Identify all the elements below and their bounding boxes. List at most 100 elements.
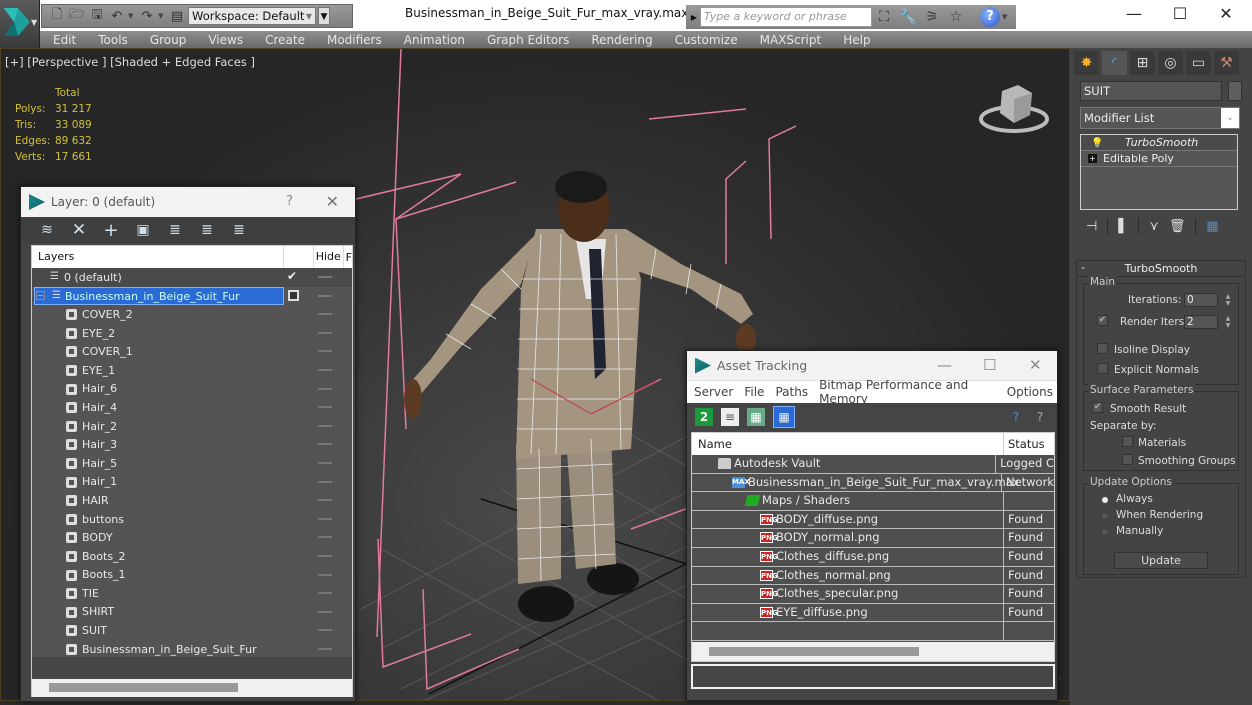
hide-toggle[interactable] xyxy=(318,424,332,427)
always-radio[interactable] xyxy=(1102,497,1108,503)
materials-checkbox[interactable] xyxy=(1122,436,1133,447)
project-folder-icon[interactable]: ▤ xyxy=(168,8,186,24)
lightbulb-icon[interactable]: 💡 xyxy=(1091,136,1103,151)
app-menu-button[interactable]: ▼ xyxy=(0,0,40,48)
current-layer-check-icon[interactable]: ✔ xyxy=(287,269,297,283)
pin-stack-icon[interactable]: ⊣ xyxy=(1086,219,1097,234)
horizontal-scrollbar[interactable] xyxy=(32,679,352,697)
create-tab-icon[interactable]: ✸ xyxy=(1074,51,1099,75)
when-rendering-radio[interactable] xyxy=(1102,513,1108,519)
object-row[interactable]: Hair_1 xyxy=(32,473,352,492)
close-dialog-button[interactable]: ✕ xyxy=(326,192,339,211)
hide-toggle[interactable] xyxy=(318,406,332,409)
hide-toggle[interactable] xyxy=(318,331,332,334)
expand-arrow-icon[interactable]: ▶ xyxy=(688,13,700,22)
object-row[interactable]: Boots_1 xyxy=(32,566,352,585)
set-current-toggle[interactable] xyxy=(288,289,299,301)
undo-dropdown-icon[interactable]: ▼ xyxy=(128,12,136,20)
object-row[interactable]: EYE_2 xyxy=(32,324,352,343)
isoline-display-checkbox[interactable] xyxy=(1097,343,1108,354)
object-row[interactable]: Hair_3 xyxy=(32,435,352,454)
hide-toggle[interactable] xyxy=(318,276,332,278)
minimize-button[interactable]: — xyxy=(1114,3,1154,25)
layer-properties-icon[interactable]: ≣ xyxy=(229,221,249,239)
smoothing-groups-checkbox[interactable] xyxy=(1122,454,1133,465)
hide-toggle[interactable] xyxy=(318,554,332,557)
hide-toggle[interactable] xyxy=(318,350,332,353)
explicit-normals-checkbox[interactable] xyxy=(1097,363,1108,374)
close-button[interactable]: ✕ xyxy=(1029,356,1042,374)
hide-toggle[interactable] xyxy=(318,536,332,539)
help-dropdown-icon[interactable]: ▼ xyxy=(1002,13,1007,21)
undo-icon[interactable]: ↶ xyxy=(108,8,126,24)
col-status[interactable]: Status xyxy=(1004,433,1045,455)
object-row[interactable]: HAIR xyxy=(32,491,352,510)
collapse-icon[interactable]: - xyxy=(1081,260,1085,276)
menu-edit[interactable]: Edit xyxy=(40,33,87,47)
expand-icon[interactable]: + xyxy=(1088,154,1097,163)
hide-toggle[interactable] xyxy=(318,517,332,520)
manually-radio[interactable] xyxy=(1102,529,1108,535)
menu-maxscript[interactable]: MAXScript xyxy=(749,33,833,47)
select-objects-icon[interactable]: ▣ xyxy=(133,221,153,239)
dialog-title-bar[interactable]: Asset Tracking — ☐ ✕ xyxy=(687,351,1057,380)
object-row[interactable]: SUIT xyxy=(32,621,352,640)
hide-toggle[interactable] xyxy=(318,499,332,502)
menu-graph-editors[interactable]: Graph Editors xyxy=(476,33,580,47)
create-layer-icon[interactable]: ≋ xyxy=(37,221,57,239)
object-row[interactable]: EYE_1 xyxy=(32,361,352,380)
modify-tab-icon[interactable]: ◜ xyxy=(1102,51,1127,75)
object-row[interactable]: TIE xyxy=(32,584,352,603)
hide-toggle[interactable] xyxy=(318,387,332,390)
viewport-label[interactable]: [+] [Perspective ] [Shaded + Edged Faces… xyxy=(5,55,255,69)
hierarchy-tab-icon[interactable]: ⊞ xyxy=(1130,51,1155,75)
workspace-select[interactable]: Workspace: Default ▼ xyxy=(188,7,316,25)
hide-toggle[interactable] xyxy=(318,461,332,464)
add-to-layer-icon[interactable]: + xyxy=(101,220,121,241)
col-freeze[interactable]: F xyxy=(344,251,352,264)
col-layers[interactable]: Layers xyxy=(32,246,285,268)
help-icon[interactable]: ? xyxy=(1031,408,1049,426)
object-row[interactable]: Hair_5 xyxy=(32,454,352,473)
menu-options[interactable]: Options xyxy=(1000,385,1057,399)
help-icon[interactable]: ? xyxy=(980,7,1000,27)
object-row[interactable]: BODY xyxy=(32,528,352,547)
redo-icon[interactable]: ↷ xyxy=(138,8,156,24)
menu-group[interactable]: Group xyxy=(139,33,198,47)
display-tab-icon[interactable]: ▭ xyxy=(1186,51,1211,75)
maximize-button[interactable]: ☐ xyxy=(983,356,996,374)
search-input[interactable]: Type a keyword or phrase xyxy=(700,7,872,27)
modifier-list-dropdown[interactable]: Modifier List ⌄ xyxy=(1080,107,1240,129)
object-row[interactable]: buttons xyxy=(32,510,352,529)
render-iters-checkbox[interactable]: ✔ xyxy=(1097,315,1108,326)
object-row[interactable]: Boots_2 xyxy=(32,547,352,566)
list-view-icon[interactable]: ≡ xyxy=(721,408,739,426)
asset-row[interactable]: Maps / Shaders xyxy=(692,492,1054,511)
thumbnail-view-icon[interactable]: ▦ xyxy=(747,408,765,426)
render-iters-spinner[interactable]: 2 xyxy=(1184,315,1218,329)
help-button[interactable]: ? xyxy=(286,194,293,209)
object-row[interactable]: SHIRT xyxy=(32,603,352,622)
satellite-icon[interactable]: ⚞ xyxy=(920,9,944,25)
delete-layer-icon[interactable]: ✕ xyxy=(69,220,89,240)
vault-help-icon[interactable]: ? xyxy=(1007,408,1025,426)
rollout-header[interactable]: - TurboSmooth xyxy=(1077,261,1245,277)
binoculars-icon[interactable]: ⛶ xyxy=(872,9,896,25)
hide-toggle[interactable] xyxy=(318,443,332,446)
toolbar-overflow-icon[interactable]: ▼ xyxy=(318,7,330,25)
asset-row[interactable]: PNG BODY_diffuse.png Found xyxy=(692,510,1054,530)
motion-tab-icon[interactable]: ◎ xyxy=(1158,51,1183,75)
menu-bitmap-performance[interactable]: Bitmap Performance and Memory xyxy=(812,378,1000,406)
show-end-result-icon[interactable]: ▌ xyxy=(1118,219,1128,234)
update-button[interactable]: Update xyxy=(1114,552,1208,569)
menu-rendering[interactable]: Rendering xyxy=(580,33,663,47)
make-unique-icon[interactable]: ⋎ xyxy=(1149,219,1159,234)
asset-row[interactable]: PNG BODY_normal.png Found xyxy=(692,529,1054,548)
stack-item-editable-poly[interactable]: + Editable Poly xyxy=(1081,151,1237,167)
utilities-tab-icon[interactable]: ⚒ xyxy=(1214,51,1239,75)
dialog-title-bar[interactable]: Layer: 0 (default) ? ✕ xyxy=(21,187,355,217)
spinner-arrows-icon[interactable]: ▲ ▼ xyxy=(1224,293,1232,307)
menu-tools[interactable]: Tools xyxy=(87,33,139,47)
hide-toggle[interactable] xyxy=(318,592,332,595)
menu-server[interactable]: Server xyxy=(687,385,737,399)
